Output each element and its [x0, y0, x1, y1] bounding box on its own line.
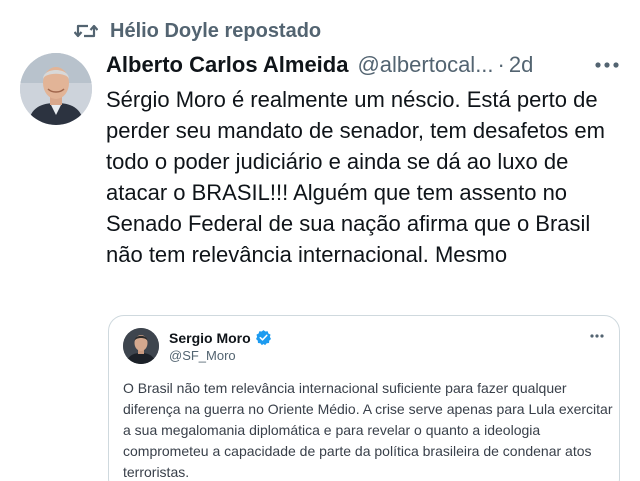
quoted-author-name[interactable]: Sergio Moro: [169, 330, 251, 346]
verified-badge-icon: [255, 329, 272, 346]
quoted-author-handle[interactable]: @SF_Moro: [169, 348, 236, 363]
repost-label: Hélio Doyle repostado: [110, 19, 322, 42]
avatar-photo-icon: [20, 53, 92, 125]
quoted-post[interactable]: Sergio Moro @SF_Moro O Brasil não tem re…: [108, 315, 620, 481]
post-header: Alberto Carlos Almeida @albertocal... · …: [106, 50, 630, 80]
quoted-author-avatar[interactable]: [123, 328, 159, 364]
quoted-author-row: Sergio Moro: [169, 329, 272, 346]
separator-dot: ·: [497, 52, 505, 77]
more-icon[interactable]: [592, 52, 622, 78]
repost-indicator[interactable]: Hélio Doyle repostado: [74, 18, 321, 44]
post-timestamp[interactable]: 2d: [509, 52, 533, 78]
repost-icon: [74, 20, 100, 42]
more-icon[interactable]: [587, 328, 607, 344]
post-text: Sérgio Moro é realmente um néscio. Está …: [106, 87, 605, 267]
author-name[interactable]: Alberto Carlos Almeida: [106, 52, 348, 78]
avatar-photo-icon: [123, 328, 159, 364]
author-handle[interactable]: @albertocal...: [357, 52, 493, 78]
quoted-post-text: O Brasil não tem relevância internaciona…: [123, 380, 613, 480]
author-avatar[interactable]: [20, 53, 92, 125]
